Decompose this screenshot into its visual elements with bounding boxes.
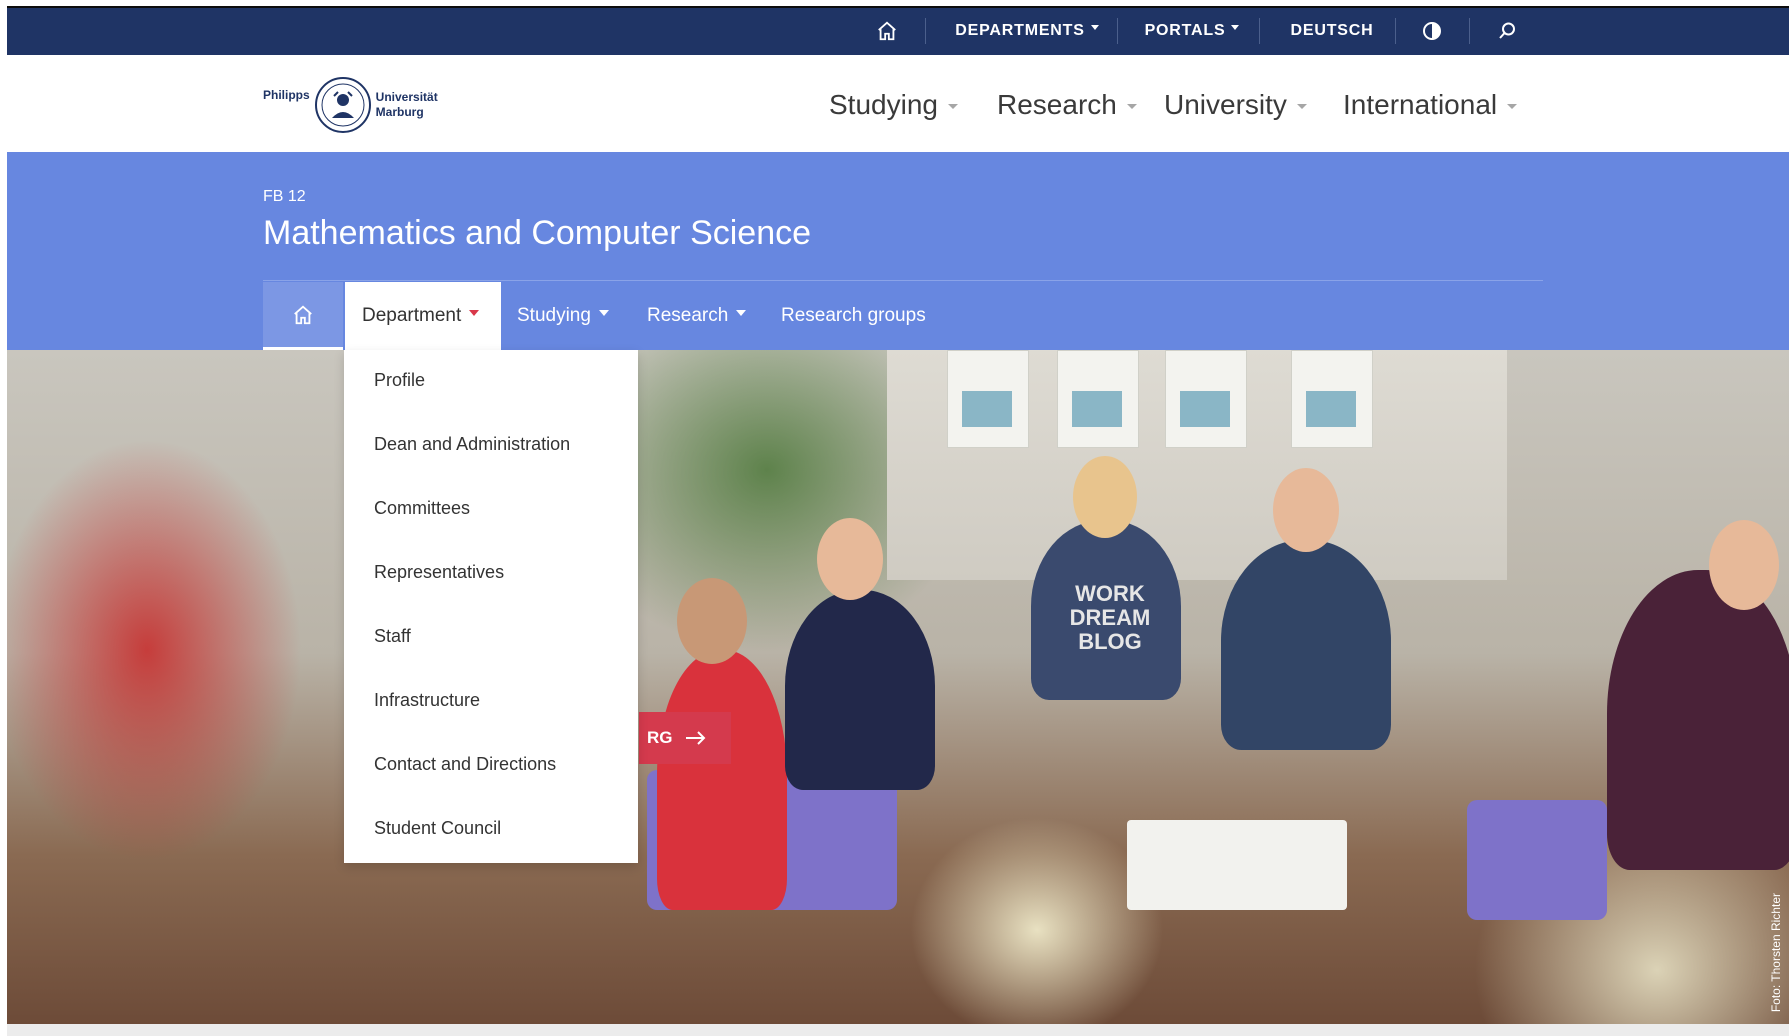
dropdown-item-student-council[interactable]: Student Council — [374, 818, 501, 839]
caret-down-icon — [598, 310, 609, 316]
department-dropdown: Profile Dean and Administration Committe… — [344, 350, 638, 863]
poster — [1057, 350, 1139, 448]
arrow-right-icon — [685, 731, 705, 745]
person-head — [817, 518, 883, 600]
contrast-icon — [1423, 21, 1441, 40]
site-header: Philipps Universität Marburg Studying Re… — [7, 55, 1789, 152]
dropdown-item-infrastructure[interactable]: Infrastructure — [374, 690, 480, 711]
promo-button[interactable]: RG — [639, 712, 731, 764]
nav-research[interactable]: Research — [997, 89, 1137, 121]
caret-down-icon — [469, 310, 480, 316]
promo-button-label: RG — [647, 728, 673, 747]
person-head — [1273, 468, 1339, 552]
caret-down-icon — [947, 104, 958, 109]
home-icon — [878, 21, 896, 40]
shirt-text-1: WORK — [1075, 581, 1145, 606]
poster — [947, 350, 1029, 448]
coffee-table — [1127, 820, 1347, 910]
portals-label: PORTALS — [1144, 21, 1226, 39]
home-icon — [294, 305, 312, 324]
search-button[interactable] — [1487, 6, 1527, 55]
university-seal-icon — [314, 77, 371, 133]
logo-line-2: Marburg — [375, 105, 424, 119]
subnav-research-groups-label: Research groups — [781, 305, 926, 326]
nav-university-label: University — [1164, 89, 1287, 120]
language-label: DEUTSCH — [1290, 21, 1374, 39]
faculty-number: FB 12 — [263, 188, 306, 205]
departments-menu[interactable]: DEPARTMENTS — [947, 6, 1107, 55]
separator — [925, 18, 926, 44]
caret-down-icon — [1296, 104, 1307, 109]
dropdown-item-representatives[interactable]: Representatives — [374, 562, 504, 583]
separator — [1259, 18, 1260, 44]
shirt-text-3: BLOG — [1078, 629, 1142, 654]
shirt-text-2: DREAM — [1069, 605, 1151, 630]
hero-image: WORK DREAM BLOG RG Foto: Thorsten Richte… — [7, 350, 1789, 1024]
person-head — [1073, 456, 1137, 538]
contrast-toggle[interactable] — [1412, 6, 1452, 55]
person-head — [1709, 520, 1779, 610]
person: WORK DREAM BLOG — [1031, 520, 1181, 700]
department-banner: FB 12 Mathematics and Computer Science D… — [7, 152, 1789, 350]
dropdown-item-staff[interactable]: Staff — [374, 626, 411, 647]
home-link[interactable] — [867, 6, 907, 55]
language-switch[interactable]: DEUTSCH — [1277, 6, 1387, 55]
logo-text-right: Universität Marburg — [376, 90, 438, 120]
dropdown-item-profile[interactable]: Profile — [374, 370, 425, 391]
subnav-research-label: Research — [647, 305, 729, 326]
separator — [1469, 18, 1470, 44]
separator — [1395, 18, 1396, 44]
logo-text-left: Philipps — [263, 88, 310, 102]
subnav-studying-label: Studying — [517, 305, 591, 326]
nav-research-label: Research — [997, 89, 1117, 120]
divider — [263, 280, 1543, 281]
shirt-print: WORK DREAM BLOG — [1065, 582, 1155, 654]
subnav-research-groups[interactable]: Research groups — [781, 282, 926, 350]
nav-university[interactable]: University — [1164, 89, 1307, 121]
page-bottom-strip — [7, 1024, 1789, 1036]
dropdown-item-contact-directions[interactable]: Contact and Directions — [374, 754, 556, 775]
university-logo[interactable]: Philipps Universität Marburg — [263, 75, 438, 135]
photo-credit: Foto: Thorsten Richter — [1769, 892, 1783, 1012]
nav-international-label: International — [1343, 89, 1498, 120]
person — [657, 650, 787, 910]
caret-down-icon — [1507, 104, 1518, 109]
caret-down-icon — [1126, 104, 1137, 109]
logo-line-1: Universität — [375, 90, 438, 104]
person — [1607, 570, 1789, 870]
page-title: Mathematics and Computer Science — [263, 214, 812, 252]
poster — [1165, 350, 1247, 448]
person-head — [677, 578, 747, 664]
chair — [1467, 800, 1607, 920]
portals-menu[interactable]: PORTALS — [1137, 6, 1247, 55]
caret-down-icon — [736, 310, 747, 316]
caret-down-icon — [1090, 25, 1099, 30]
person — [785, 590, 935, 790]
dropdown-item-committees[interactable]: Committees — [374, 498, 470, 519]
nav-studying[interactable]: Studying — [829, 89, 958, 121]
nav-studying-label: Studying — [829, 89, 938, 120]
subnav-department[interactable]: Department — [345, 282, 501, 350]
search-icon — [1499, 22, 1515, 39]
page: DEPARTMENTS PORTALS DEUTSCH Philipps Uni… — [7, 6, 1789, 1036]
person — [1221, 540, 1391, 750]
separator — [1117, 18, 1118, 44]
subnav-department-label: Department — [362, 305, 462, 326]
dropdown-item-dean-administration[interactable]: Dean and Administration — [374, 434, 570, 455]
caret-down-icon — [1231, 25, 1240, 30]
departments-label: DEPARTMENTS — [955, 21, 1085, 39]
subnav-research[interactable]: Research — [647, 282, 747, 350]
nav-international[interactable]: International — [1343, 89, 1518, 121]
subnav-home[interactable] — [263, 282, 343, 350]
subnav-studying[interactable]: Studying — [517, 282, 609, 350]
utility-bar: DEPARTMENTS PORTALS DEUTSCH — [7, 6, 1789, 55]
poster — [1291, 350, 1373, 448]
